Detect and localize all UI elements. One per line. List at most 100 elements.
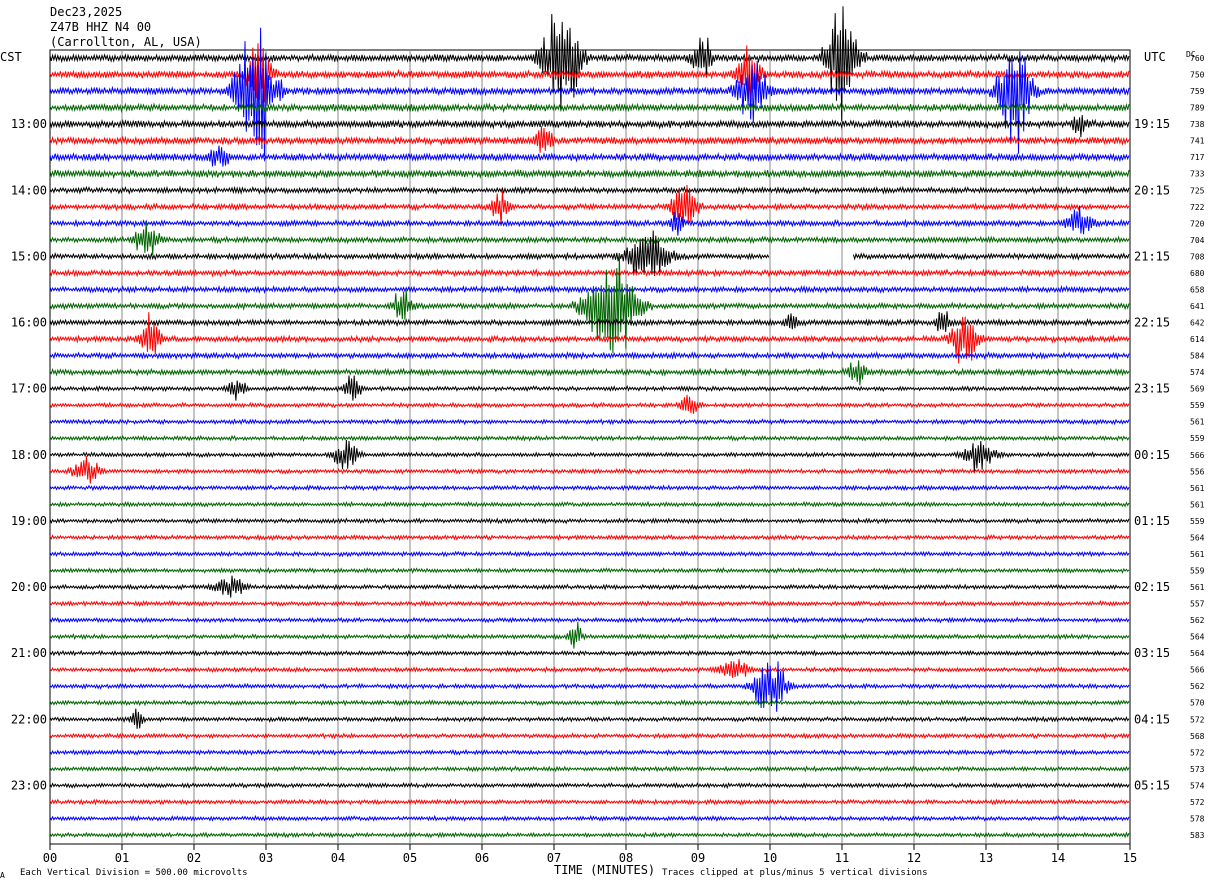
dc-offset-label: 569 — [1190, 385, 1205, 394]
dc-offset-label: 704 — [1190, 236, 1205, 245]
dc-offset-label: 583 — [1190, 831, 1205, 840]
cst-hour-label: 15:00 — [11, 249, 47, 263]
dc-offset-labels: 760 750 759 789 738 741 717 733 725 722 720 704 708 6… — [1190, 54, 1205, 840]
clip-note: Traces clipped at plus/minus 5 vertical … — [662, 868, 928, 878]
dc-offset-label: 574 — [1190, 781, 1205, 790]
plot-frame — [49, 49, 1131, 845]
dc-offset-label: 641 — [1190, 302, 1205, 311]
utc-hour-label: 19:15 — [1134, 117, 1170, 131]
cst-hour-label: 17:00 — [11, 382, 47, 396]
trace-row — [49, 659, 1130, 678]
trace-row — [49, 206, 1130, 236]
dc-offset-label: 789 — [1190, 104, 1205, 113]
dc-offset-label: 564 — [1190, 633, 1205, 642]
dc-offset-label: 614 — [1190, 335, 1205, 344]
cst-hour-label: 23:00 — [11, 778, 47, 792]
dc-offset-label: 642 — [1190, 319, 1205, 328]
dc-offset-label: 733 — [1190, 170, 1205, 179]
trace-row — [49, 418, 1130, 426]
dc-offset-label: 572 — [1190, 715, 1205, 724]
trace-row — [49, 360, 1130, 386]
corner-mark: A — [0, 871, 5, 880]
utc-hour-label: 01:15 — [1134, 514, 1170, 528]
minute-grid — [121, 50, 1059, 844]
cst-hour-label: 19:00 — [11, 514, 47, 528]
trace-row — [49, 765, 1130, 773]
utc-hour-label: 20:15 — [1134, 183, 1170, 197]
trace-row — [49, 394, 1130, 414]
trace-row — [49, 375, 1130, 401]
trace-row — [49, 550, 1130, 558]
trace-row — [49, 43, 1130, 107]
x-tick-label: 05 — [403, 851, 417, 865]
dc-offset-label: 566 — [1190, 666, 1205, 675]
utc-hour-label: 00:15 — [1134, 448, 1170, 462]
dc-offset-label: 720 — [1190, 219, 1205, 228]
trace-row — [49, 575, 1130, 598]
date-label: Dec23,2025 — [50, 5, 122, 19]
trace-row — [49, 649, 1130, 657]
trace-row — [49, 126, 1130, 153]
trace-row — [49, 533, 1130, 542]
dc-offset-label: 741 — [1190, 137, 1205, 146]
x-tick-label: 12 — [907, 851, 921, 865]
x-tick-label: 04 — [331, 851, 345, 865]
trace-row — [49, 145, 1130, 167]
trace-row — [49, 798, 1130, 806]
dc-offset-label: 760 — [1190, 54, 1205, 63]
cst-hour-label: 14:00 — [11, 183, 47, 197]
trace-row — [49, 439, 1130, 473]
dc-offset-label: 725 — [1190, 186, 1205, 195]
utc-hour-label: 03:15 — [1134, 646, 1170, 660]
dc-offset-label: 561 — [1190, 484, 1205, 493]
trace-row — [49, 814, 1130, 823]
utc-hour-label: 22:15 — [1134, 316, 1170, 330]
dc-offset-label: 562 — [1190, 682, 1205, 691]
dc-offset-label: 584 — [1190, 352, 1205, 361]
location-label: (Carrollton, AL, USA) — [50, 35, 202, 49]
dc-offset-label: 561 — [1190, 500, 1205, 509]
dc-offset-label: 658 — [1190, 285, 1205, 294]
dc-offset-label: 708 — [1190, 252, 1205, 261]
x-tick-label: 00 — [43, 851, 57, 865]
trace-row — [49, 621, 1130, 649]
dc-offset-label: 561 — [1190, 583, 1205, 592]
trace-row — [49, 27, 1130, 157]
helicorder-chart: Dec23,2025 Z47B HHZ N4 00 (Carrollton, A… — [0, 5, 1205, 880]
trace-row — [49, 434, 1130, 442]
trace-row — [49, 599, 1130, 608]
dc-offset-label: 566 — [1190, 451, 1205, 460]
trace-row — [49, 221, 1130, 256]
trace-row — [49, 6, 1130, 122]
dc-offset-label: 559 — [1190, 401, 1205, 410]
dc-offset-label: 562 — [1190, 616, 1205, 625]
x-tick-label: 06 — [475, 851, 489, 865]
x-tick-label: 11 — [835, 851, 849, 865]
x-tick-label: 01 — [115, 851, 129, 865]
dc-offset-label: 759 — [1190, 87, 1205, 96]
scale-note: Each Vertical Division = 500.00 microvol… — [20, 868, 248, 878]
x-tick-label: 14 — [1051, 851, 1065, 865]
station-label: Z47B HHZ N4 00 — [50, 20, 151, 34]
dc-offset-label: 573 — [1190, 765, 1205, 774]
dc-offset-label: 559 — [1190, 566, 1205, 575]
x-axis-title: TIME (MINUTES) — [554, 863, 655, 877]
trace-row — [49, 168, 1130, 180]
dc-offset-label: 557 — [1190, 600, 1205, 609]
x-tick-label: 15 — [1123, 851, 1137, 865]
dc-offset-label: 564 — [1190, 649, 1205, 658]
trace-row — [49, 616, 1130, 624]
dc-offset-label: 568 — [1190, 732, 1205, 741]
trace-row — [49, 484, 1130, 492]
cst-hour-label: 13:00 — [11, 117, 47, 131]
trace-row — [49, 699, 1130, 707]
dc-offset-label: 572 — [1190, 798, 1205, 807]
cst-hour-label: 16:00 — [11, 316, 47, 330]
left-timezone-label: CST — [0, 50, 22, 64]
x-tick-label: 02 — [187, 851, 201, 865]
trace-row — [49, 748, 1130, 757]
dc-offset-label: 722 — [1190, 203, 1205, 212]
utc-hour-label: 05:15 — [1134, 778, 1170, 792]
cst-hour-label: 18:00 — [11, 448, 47, 462]
utc-hour-label: 21:15 — [1134, 249, 1170, 263]
